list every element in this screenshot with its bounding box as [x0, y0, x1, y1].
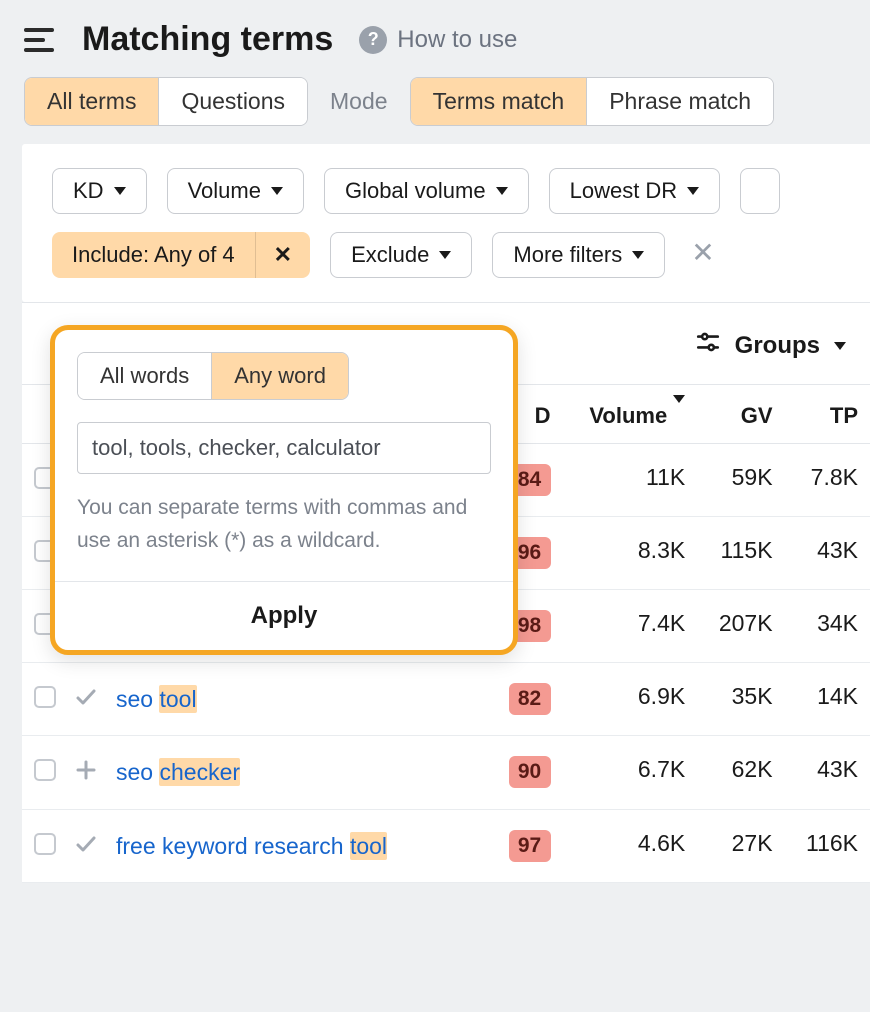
- mode-label: Mode: [330, 88, 388, 115]
- cell-gv: 35K: [697, 663, 784, 736]
- terms-type-toggle: All terms Questions: [24, 77, 308, 126]
- cell-volume: 6.9K: [563, 663, 698, 736]
- row-checkbox[interactable]: [34, 833, 56, 855]
- how-to-use-label: How to use: [397, 26, 517, 54]
- cell-tp: 116K: [785, 809, 870, 882]
- page-header: Matching terms ? How to use: [0, 0, 870, 77]
- filter-lowest-dr[interactable]: Lowest DR: [549, 168, 721, 214]
- chevron-down-icon: [834, 342, 846, 350]
- menu-icon[interactable]: [24, 28, 54, 52]
- include-terms-input[interactable]: [77, 422, 491, 474]
- cell-tp: 34K: [785, 590, 870, 663]
- cell-tp: 7.8K: [785, 444, 870, 517]
- include-help-text: You can separate terms with commas and u…: [77, 492, 491, 557]
- col-gv[interactable]: GV: [697, 385, 784, 444]
- sort-desc-icon: [673, 395, 685, 428]
- cell-volume: 8.3K: [563, 517, 698, 590]
- kd-badge: 90: [509, 756, 551, 788]
- check-icon[interactable]: [74, 685, 98, 715]
- cell-gv: 207K: [697, 590, 784, 663]
- chevron-down-icon: [114, 187, 126, 195]
- sliders-icon: [695, 329, 721, 362]
- filter-global-volume-label: Global volume: [345, 178, 486, 204]
- include-popover: All words Any word You can separate term…: [50, 325, 518, 655]
- chevron-down-icon: [632, 251, 644, 259]
- groups-label: Groups: [735, 332, 820, 360]
- filter-global-volume[interactable]: Global volume: [324, 168, 529, 214]
- tab-questions[interactable]: Questions: [159, 78, 307, 125]
- filter-kd[interactable]: KD: [52, 168, 147, 214]
- keyword-highlight: checker: [159, 758, 240, 786]
- filter-more-label: More filters: [513, 242, 622, 268]
- row-checkbox[interactable]: [34, 686, 56, 708]
- clear-filters-icon[interactable]: ✕: [685, 232, 720, 278]
- col-tp[interactable]: TP: [785, 385, 870, 444]
- chevron-down-icon: [439, 251, 451, 259]
- cell-volume: 11K: [563, 444, 698, 517]
- keyword-highlight: tool: [159, 685, 196, 713]
- tab-all-words[interactable]: All words: [78, 353, 212, 399]
- filter-volume[interactable]: Volume: [167, 168, 304, 214]
- cell-gv: 115K: [697, 517, 784, 590]
- table-row: seo checker 90 6.7K62K43K: [22, 736, 870, 809]
- table-row: free keyword research tool 97 4.6K27K116K: [22, 809, 870, 882]
- cell-tp: 43K: [785, 736, 870, 809]
- cell-volume: 7.4K: [563, 590, 698, 663]
- cell-tp: 14K: [785, 663, 870, 736]
- filter-more[interactable]: More filters: [492, 232, 665, 278]
- row-checkbox[interactable]: [34, 759, 56, 781]
- groups-toggle[interactable]: Groups: [695, 329, 846, 362]
- cell-gv: 59K: [697, 444, 784, 517]
- cell-volume: 4.6K: [563, 809, 698, 882]
- chevron-down-icon: [687, 187, 699, 195]
- keyword-link[interactable]: free keyword research tool: [116, 830, 387, 862]
- check-icon[interactable]: [74, 832, 98, 862]
- filter-kd-label: KD: [73, 178, 104, 204]
- filter-volume-label: Volume: [188, 178, 261, 204]
- keyword-highlight: tool: [350, 832, 387, 860]
- cell-gv: 27K: [697, 809, 784, 882]
- filter-exclude[interactable]: Exclude: [330, 232, 472, 278]
- filters-panel: KD Volume Global volume Lowest DR Includ…: [22, 144, 870, 302]
- cell-volume: 6.7K: [563, 736, 698, 809]
- tabs-row: All terms Questions Mode Terms match Phr…: [0, 77, 870, 144]
- close-icon[interactable]: ✕: [255, 232, 310, 278]
- apply-button[interactable]: Apply: [55, 581, 513, 650]
- include-chip-label: Include: Any of 4: [52, 232, 255, 278]
- cell-tp: 43K: [785, 517, 870, 590]
- help-icon: ?: [359, 26, 387, 54]
- cell-gv: 62K: [697, 736, 784, 809]
- tab-all-terms[interactable]: All terms: [25, 78, 159, 125]
- kd-badge: 82: [509, 683, 551, 715]
- page-title: Matching terms: [82, 20, 333, 59]
- how-to-use-link[interactable]: ? How to use: [359, 26, 517, 54]
- tab-phrase-match[interactable]: Phrase match: [587, 78, 773, 125]
- chevron-down-icon: [496, 187, 508, 195]
- tab-terms-match[interactable]: Terms match: [411, 78, 588, 125]
- keyword-link[interactable]: seo checker: [116, 756, 240, 788]
- include-chip[interactable]: Include: Any of 4 ✕: [52, 232, 310, 278]
- plus-icon[interactable]: [74, 758, 98, 788]
- filter-lowest-dr-label: Lowest DR: [570, 178, 678, 204]
- kd-badge: 97: [509, 830, 551, 862]
- filter-extra[interactable]: [740, 168, 780, 214]
- col-volume-label: Volume: [589, 403, 667, 428]
- keyword-link[interactable]: seo tool: [116, 683, 197, 715]
- filter-exclude-label: Exclude: [351, 242, 429, 268]
- chevron-down-icon: [271, 187, 283, 195]
- match-mode-toggle: All words Any word: [77, 352, 349, 400]
- mode-toggle: Terms match Phrase match: [410, 77, 775, 126]
- table-row: seo tool 82 6.9K35K14K: [22, 663, 870, 736]
- tab-any-word[interactable]: Any word: [212, 353, 348, 399]
- col-volume[interactable]: Volume: [563, 385, 698, 444]
